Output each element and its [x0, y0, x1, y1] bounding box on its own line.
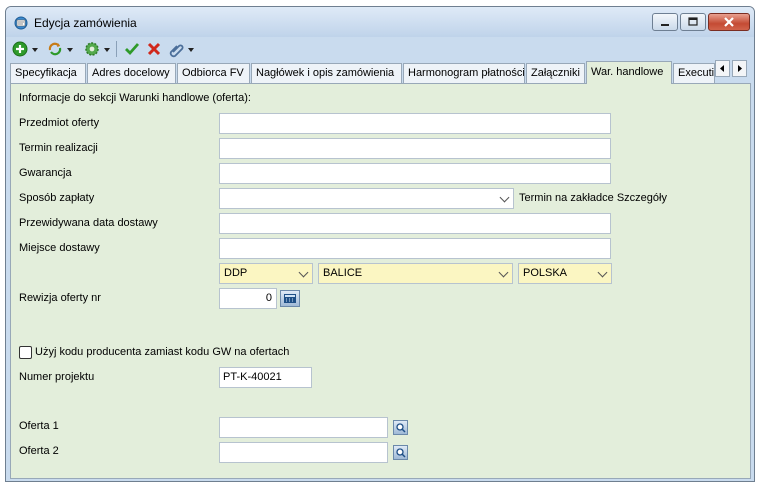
subject-label: Przedmiot oferty — [19, 117, 100, 129]
offer2-input[interactable] — [219, 442, 388, 463]
city-select[interactable]: BALICE — [318, 263, 513, 284]
tab-strip: Specyfikacja Adres docelowy Odbiorca FV … — [6, 61, 754, 84]
city-select-value: BALICE — [323, 267, 363, 279]
tab-war-handlowe[interactable]: War. handlowe — [586, 61, 672, 84]
close-icon — [724, 17, 734, 27]
window-title: Edycja zamówienia — [34, 16, 137, 30]
chevron-down-icon — [597, 267, 608, 278]
search-icon — [396, 448, 406, 458]
chevron-left-icon — [720, 65, 724, 72]
delivery-date-label: Przewidywana data dostawy — [19, 217, 158, 229]
order-edit-window: Edycja zamówienia Specyfikacja Adres doc… — [5, 6, 755, 482]
order-edit-icon — [14, 16, 28, 30]
project-label: Numer projektu — [19, 371, 95, 383]
project-number-input[interactable]: PT-K-40021 — [219, 367, 312, 388]
maximize-icon — [688, 17, 698, 26]
revision-label: Rewizja oferty nr — [19, 292, 101, 304]
chevron-down-icon — [298, 267, 309, 278]
tab-specyfikacja[interactable]: Specyfikacja — [10, 63, 86, 83]
section-header: Informacje do sekcji Warunki handlowe (o… — [19, 92, 251, 104]
tab-odbiorca-fv[interactable]: Odbiorca FV — [177, 63, 250, 83]
use-producer-code-label: Użyj kodu producenta zamiast kodu GW na … — [35, 346, 290, 358]
tab-harmonogram-platnosci[interactable]: Harmonogram płatności — [403, 63, 525, 83]
maximize-button[interactable] — [680, 13, 706, 31]
tab-executi[interactable]: Executi — [673, 63, 715, 83]
tab-adres-docelowy[interactable]: Adres docelowy — [87, 63, 176, 83]
payment-note: Termin na zakładce Szczegóły — [519, 192, 667, 204]
add-dropdown-caret[interactable] — [32, 48, 38, 52]
lead-time-label: Termin realizacji — [19, 142, 98, 154]
offer1-input[interactable] — [219, 417, 388, 438]
refresh-dropdown-caret[interactable] — [67, 48, 73, 52]
offer1-label: Oferta 1 — [19, 420, 59, 432]
incoterm-select[interactable]: DDP — [219, 263, 313, 284]
delivery-place-input[interactable] — [219, 238, 611, 259]
add-icon[interactable] — [11, 40, 29, 58]
trade-terms-panel: Informacje do sekcji Warunki handlowe (o… — [10, 83, 751, 479]
revision-input[interactable]: 0 — [219, 288, 277, 309]
attach-icon[interactable] — [167, 40, 185, 58]
search-icon — [396, 423, 406, 433]
settings-icon[interactable] — [83, 40, 101, 58]
offer2-label: Oferta 2 — [19, 445, 59, 457]
attach-dropdown-caret[interactable] — [188, 48, 194, 52]
close-button[interactable] — [708, 13, 750, 31]
country-select-value: POLSKA — [523, 267, 568, 279]
refresh-icon[interactable] — [46, 40, 64, 58]
revision-calc-button[interactable] — [280, 290, 300, 307]
payment-select[interactable] — [219, 188, 514, 209]
chevron-down-icon — [499, 192, 510, 203]
chevron-right-icon — [738, 65, 742, 72]
accept-icon[interactable] — [123, 40, 141, 58]
minimize-icon — [661, 24, 669, 26]
payment-label: Sposób zapłaty — [19, 192, 95, 204]
cancel-icon[interactable] — [145, 40, 163, 58]
subject-input[interactable] — [219, 113, 611, 134]
delivery-place-label: Miejsce dostawy — [19, 242, 100, 254]
calculator-icon — [284, 294, 296, 303]
tab-scroll-right[interactable] — [732, 60, 747, 77]
tab-naglowek-opis[interactable]: Nagłówek i opis zamówienia — [251, 63, 402, 83]
tab-scroll-left[interactable] — [715, 60, 730, 77]
tab-zalaczniki[interactable]: Załączniki — [526, 63, 585, 83]
offer2-search-button[interactable] — [393, 445, 408, 460]
chevron-down-icon — [498, 267, 509, 278]
settings-dropdown-caret[interactable] — [104, 48, 110, 52]
minimize-button[interactable] — [652, 13, 678, 31]
toolbar-separator — [116, 41, 117, 57]
offer1-search-button[interactable] — [393, 420, 408, 435]
warranty-label: Gwarancja — [19, 167, 72, 179]
incoterm-select-value: DDP — [224, 267, 248, 279]
lead-time-input[interactable] — [219, 138, 611, 159]
delivery-date-input[interactable] — [219, 213, 611, 234]
toolbar — [6, 37, 754, 61]
title-bar: Edycja zamówienia — [6, 7, 754, 37]
warranty-input[interactable] — [219, 163, 611, 184]
country-select[interactable]: POLSKA — [518, 263, 612, 284]
use-producer-code-checkbox[interactable] — [19, 346, 32, 359]
